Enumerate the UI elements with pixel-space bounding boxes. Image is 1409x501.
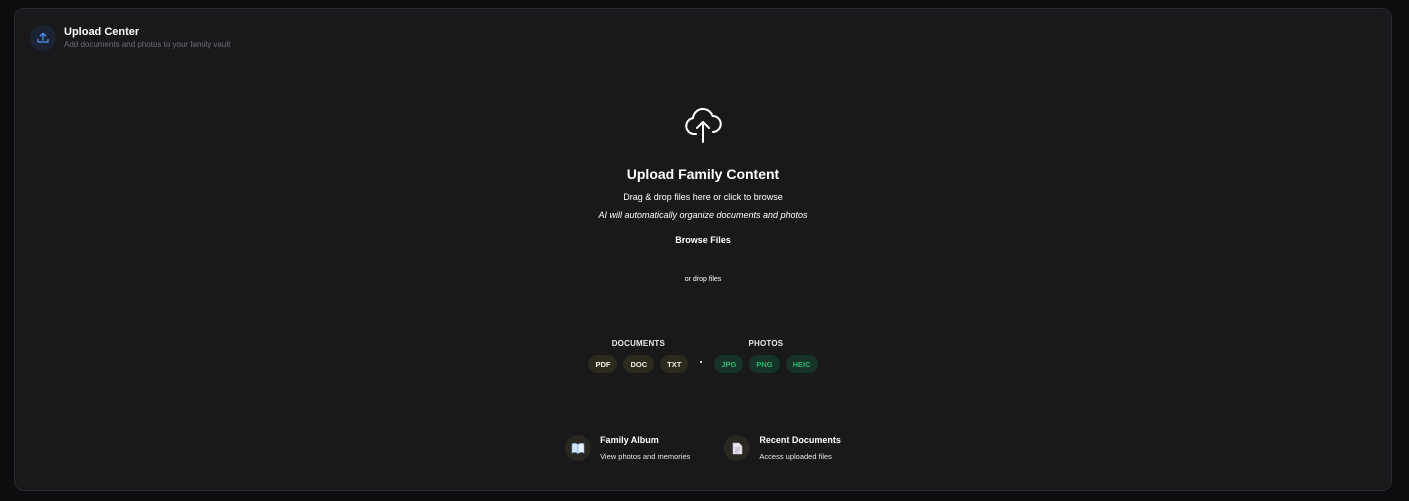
dropzone-description: Drag & drop files here or click to brows… bbox=[623, 192, 783, 202]
recent-documents-link[interactable]: Recent Documents Access uploaded files bbox=[724, 426, 841, 461]
panel-header: Upload Center Add documents and photos t… bbox=[30, 25, 230, 51]
upload-icon bbox=[30, 25, 56, 51]
dropzone[interactable]: Upload Family Content Drag & drop files … bbox=[15, 104, 1391, 284]
supported-file-types: DOCUMENTS PDF DOC TXT PHOTOS JPG PNG HEI… bbox=[15, 339, 1391, 373]
page-title: Upload Center bbox=[64, 26, 140, 38]
family-album-title: Family Album bbox=[600, 435, 659, 445]
type-chip-txt: TXT bbox=[660, 355, 689, 373]
type-chip-pdf: PDF bbox=[588, 355, 618, 373]
type-chip-jpg: JPG bbox=[714, 355, 744, 373]
browse-files-button[interactable]: Browse Files bbox=[675, 235, 731, 246]
drop-hint: or drop files bbox=[684, 276, 722, 283]
quick-links: Family Album View photos and memories Re… bbox=[15, 426, 1391, 461]
upload-center-panel: Upload Center Add documents and photos t… bbox=[14, 8, 1392, 491]
documents-group: DOCUMENTS PDF DOC TXT bbox=[588, 339, 689, 373]
recent-documents-subtitle: Access uploaded files bbox=[759, 452, 832, 461]
photos-group: PHOTOS JPG PNG HEIC bbox=[714, 339, 818, 373]
cloud-upload-icon bbox=[685, 108, 722, 143]
family-album-subtitle: View photos and memories bbox=[600, 452, 691, 461]
recent-documents-title: Recent Documents bbox=[759, 435, 841, 445]
documents-label: DOCUMENTS bbox=[611, 339, 666, 348]
dropzone-title: Upload Family Content bbox=[626, 166, 780, 182]
page-subtitle: Add documents and photos to your family … bbox=[64, 40, 231, 49]
type-chip-png: PNG bbox=[749, 355, 780, 373]
ai-note: AI will automatically organize documents… bbox=[598, 210, 808, 220]
separator-dot bbox=[700, 361, 703, 363]
book-icon bbox=[565, 435, 592, 461]
type-chip-heic: HEIC bbox=[785, 355, 818, 373]
type-chip-doc: DOC bbox=[623, 355, 655, 373]
photos-label: PHOTOS bbox=[748, 339, 784, 348]
family-album-link[interactable]: Family Album View photos and memories bbox=[565, 426, 690, 461]
document-icon bbox=[724, 435, 751, 461]
